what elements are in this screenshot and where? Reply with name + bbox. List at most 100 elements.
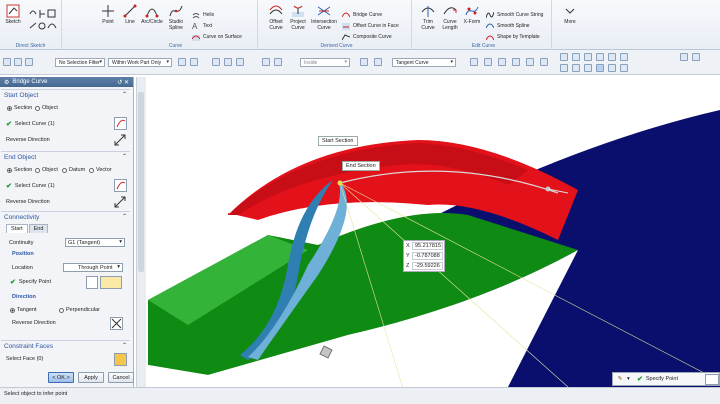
snap-icon-7[interactable] [274, 58, 282, 66]
snap-icon-3[interactable] [212, 58, 220, 66]
cube-icon[interactable] [360, 58, 368, 66]
collapse-icon[interactable]: ⌃ [122, 91, 127, 98]
trim-curve-button[interactable]: Trim Curve [416, 0, 440, 31]
point-button[interactable]: Point [96, 0, 120, 25]
curve-on-surface-button[interactable]: Curve on Surface [191, 32, 242, 42]
reverse-direction-icon[interactable] [114, 134, 127, 147]
snap-icon-13[interactable] [526, 58, 534, 66]
snap-icon-15[interactable] [560, 53, 568, 61]
start-select-curve[interactable]: ✔ Select Curve (1) [6, 120, 55, 128]
intersection-curve-button[interactable]: Intersection Curve [310, 0, 338, 31]
select-icon[interactable] [14, 58, 22, 66]
collapse-icon[interactable]: ⌃ [122, 213, 127, 220]
snap-icon-12[interactable] [512, 58, 520, 66]
gear-icon[interactable]: ⚙ [4, 79, 9, 86]
end-select-curve[interactable]: ✔ Select Curve (1) [6, 182, 55, 190]
constraint-faces-header[interactable]: Constraint Faces ⌃ [1, 340, 130, 350]
collapse-icon[interactable]: ⌃ [122, 342, 127, 349]
perpendicular-option[interactable]: Perpendicular [59, 307, 100, 313]
snap-icon-25[interactable] [608, 64, 616, 72]
selection-filter-dropdown[interactable]: No Selection Filter [55, 58, 105, 67]
project-curve-button[interactable]: Project Curve [286, 0, 310, 31]
end-datum-option[interactable]: Datum [62, 167, 85, 173]
studio-spline-button[interactable]: Studio Spline [164, 0, 188, 31]
shape-by-template-button[interactable]: Shape by Template [485, 32, 540, 42]
snap-icon-17[interactable] [584, 53, 592, 61]
menu-icon[interactable] [3, 58, 11, 66]
snap-icon-4[interactable] [224, 58, 232, 66]
snap-icon-8[interactable] [374, 58, 382, 66]
sketch-button[interactable]: Sketch [2, 0, 24, 25]
x-form-button[interactable]: X-Form [460, 0, 484, 25]
coord-x-field[interactable]: 95.217815 [412, 242, 443, 250]
smooth-spline-button[interactable]: Smooth Spline [485, 21, 530, 31]
curve-length-button[interactable]: Curve Length [438, 0, 462, 31]
snap-icon-27[interactable] [680, 53, 688, 61]
point-type-dropdown-icon[interactable]: ▾ [627, 376, 637, 382]
cancel-button[interactable]: Cancel [108, 372, 134, 383]
ok-button[interactable]: < OK > [48, 372, 74, 383]
coord-z-field[interactable]: -29.59226 [412, 262, 443, 270]
snap-icon-26[interactable] [620, 64, 628, 72]
start-point[interactable] [337, 180, 343, 186]
snap-icon-22[interactable] [572, 64, 580, 72]
composite-curve-button[interactable]: Composite Curve [341, 32, 392, 42]
helix-button[interactable]: Helix [192, 10, 214, 20]
start-section-option[interactable]: Section [7, 105, 32, 111]
tab-end[interactable]: End [28, 224, 49, 233]
close-icon[interactable]: ✕ [124, 80, 129, 86]
point-dialog-button[interactable] [705, 373, 719, 385]
end-vector-option[interactable]: Vector [89, 167, 112, 173]
line-button[interactable]: Line [118, 0, 142, 25]
select-face-icon[interactable] [114, 353, 127, 366]
specify-point-row[interactable]: ✔ Specify Point [10, 278, 51, 286]
snap-icon-20[interactable] [620, 53, 628, 61]
snap-icon-19[interactable] [608, 53, 616, 61]
select-face-label[interactable]: Select Face (0) [6, 356, 43, 362]
location-dropdown[interactable]: Through Point [63, 263, 123, 272]
start-object-header[interactable]: Start Object ⌃ [1, 89, 130, 99]
snap-icon-28[interactable] [692, 53, 700, 61]
reset-icon[interactable]: ↺ [117, 80, 122, 86]
snap-target-dropdown[interactable]: Tangent Curve [392, 58, 456, 67]
dialog-scroll-thumb[interactable] [138, 92, 144, 272]
coordinate-input[interactable]: X 95.217815 Y -0.787088 Z -29.59226 [403, 240, 445, 272]
graphics-viewport[interactable] [148, 75, 720, 387]
coord-y-field[interactable]: -0.787088 [412, 252, 443, 260]
end-object-header[interactable]: End Object ⌃ [1, 151, 130, 161]
snap-icon-9[interactable] [470, 58, 478, 66]
more-button[interactable]: More [558, 0, 582, 25]
end-section-option[interactable]: Section [7, 167, 32, 173]
offset-curve-in-face-button[interactable]: Offset Curve in Face [342, 21, 399, 31]
connectivity-header[interactable]: Connectivity ⌃ [1, 211, 130, 221]
select-curve-icon[interactable] [114, 117, 127, 130]
snap-icon-11[interactable] [498, 58, 506, 66]
tangent-option[interactable]: Tangent [10, 307, 37, 313]
snap-icon-6[interactable] [262, 58, 270, 66]
point-type-icon[interactable] [86, 276, 98, 289]
snap-filter-dropdown[interactable]: Inside [300, 58, 350, 67]
apply-button[interactable]: Apply [78, 372, 104, 383]
point-dialog-icon[interactable] [100, 276, 122, 289]
start-object-option[interactable]: Object [35, 105, 58, 111]
snap-icon-24[interactable] [596, 64, 604, 72]
point-dialog-icon[interactable]: ✎ [613, 376, 627, 382]
reverse-direction-icon[interactable] [110, 317, 123, 330]
snap-icon-10[interactable] [484, 58, 492, 66]
snap-icon-18[interactable] [596, 53, 604, 61]
offset-curve-button[interactable]: Offset Curve [264, 0, 288, 31]
reverse-direction-icon[interactable] [114, 196, 127, 209]
scope-dropdown[interactable]: Within Work Part Only [108, 58, 172, 67]
snap-icon-5[interactable] [236, 58, 244, 66]
bridge-curve-button[interactable]: Bridge Curve [341, 10, 382, 20]
filter-icon[interactable] [25, 58, 33, 66]
select-curve-icon[interactable] [114, 179, 127, 192]
end-object-option[interactable]: Object [35, 167, 58, 173]
tab-start[interactable]: Start [6, 224, 28, 233]
snap-icon-1[interactable] [178, 58, 186, 66]
arc-circle-button[interactable]: Arc/Circle [140, 0, 164, 25]
smooth-curve-string-button[interactable]: Smooth Curve String [485, 10, 543, 20]
continuity-dropdown[interactable]: G1 (Tangent) [65, 238, 125, 247]
text-button[interactable]: A Text [192, 21, 212, 31]
collapse-icon[interactable]: ⌃ [122, 153, 127, 160]
